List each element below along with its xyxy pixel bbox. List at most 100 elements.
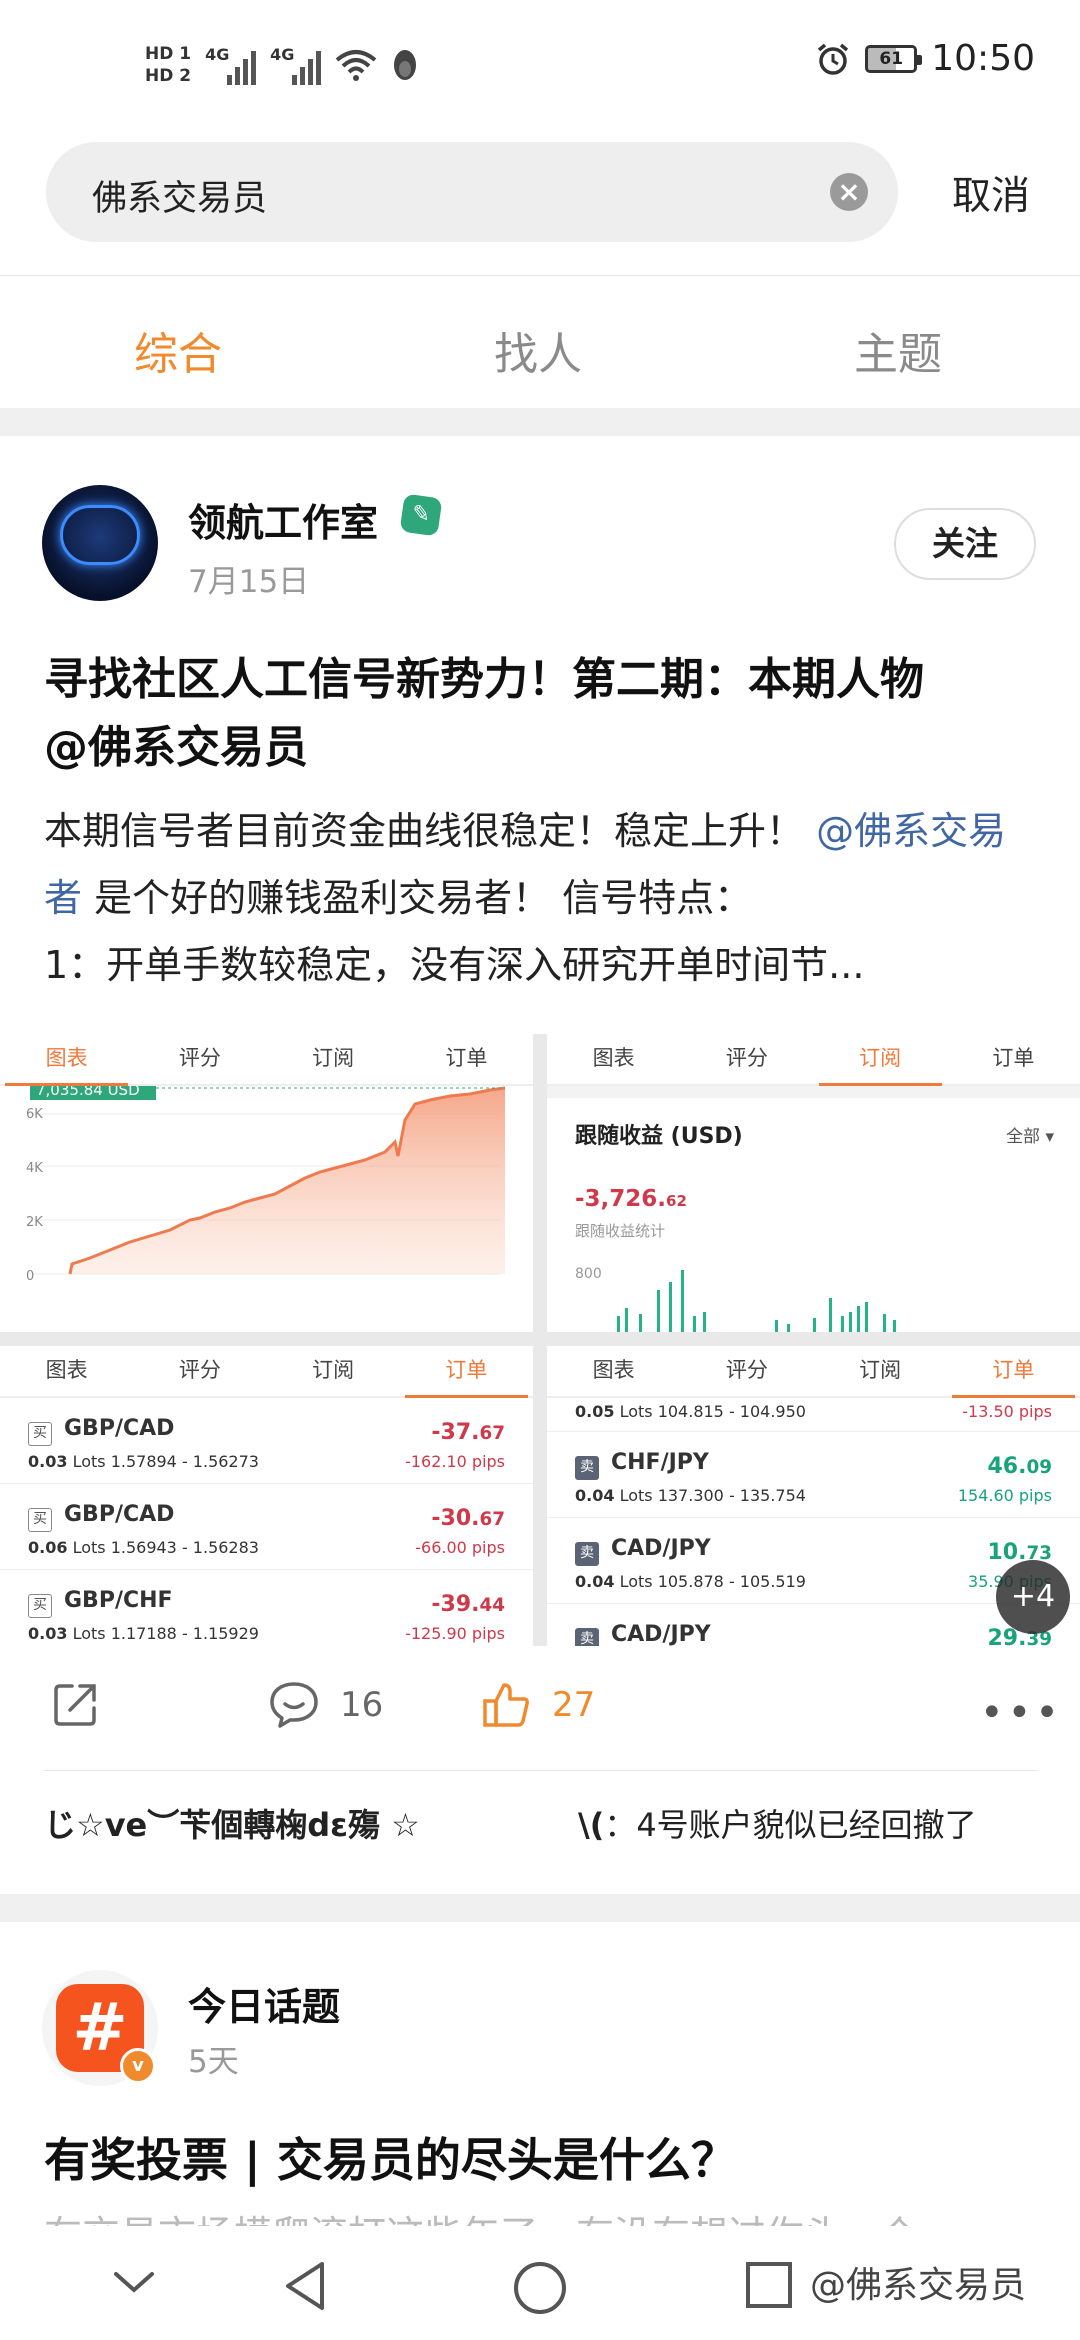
bar: [865, 1302, 868, 1332]
post-title[interactable]: 寻找社区人工信号新势力！第二期：本期人物 @佛系交易员: [44, 646, 1044, 782]
tab-all[interactable]: 综合: [134, 318, 222, 382]
post-body-text: 是个好的赚钱盈利交易者！ 信号特点：: [82, 876, 753, 920]
lots-value: 0.03: [28, 1452, 68, 1471]
clock: 10:50: [931, 38, 1035, 79]
side-badge: 买: [28, 1422, 52, 1446]
avatar[interactable]: [42, 485, 158, 601]
order-pips: -162.10 pips: [405, 1452, 505, 1471]
header-strip: [547, 1086, 1080, 1098]
order-lots: 0.06 Lots 1.56943 - 1.56283: [28, 1538, 259, 1557]
mini-tab: 订阅: [312, 1046, 355, 1070]
post-title-line: @佛系交易员: [44, 722, 308, 773]
mini-tabs: 图表 评分 订阅 订单: [0, 1346, 533, 1398]
post-title-line: 寻找社区人工信号新势力！第二期：本期人物: [44, 654, 924, 705]
bar: [669, 1282, 672, 1332]
bar: [829, 1298, 832, 1332]
comment-button[interactable]: 16: [268, 1675, 383, 1735]
order-pips: -66.00 pips: [415, 1538, 505, 1557]
mini-tab: 订单: [992, 1046, 1035, 1070]
chevron-down-icon[interactable]: [112, 2266, 156, 2296]
search-input[interactable]: 佛系交易员 ×: [46, 142, 898, 242]
bar: [693, 1316, 696, 1332]
like-count: 27: [552, 1685, 596, 1725]
order-pips: -125.90 pips: [405, 1624, 505, 1643]
order-lots: 0.04 Lots 137.300 - 135.754: [575, 1486, 806, 1505]
hd1-label: HD 1: [145, 44, 192, 64]
price-range: Lots 1.56943 - 1.56283: [72, 1538, 259, 1557]
image-orders-left[interactable]: 图表 评分 订阅 订单 买 GBP/CAD 0.03 Lots 1.57894 …: [0, 1346, 533, 1646]
filter-dropdown: 全部 ▾: [1006, 1127, 1054, 1147]
order-row-partial: 0.05 Lots 104.815 - 104.950 -13.50 pips: [547, 1376, 1080, 1432]
order-pnl: 46.09: [988, 1454, 1053, 1479]
watermark-text: @佛系交易员: [810, 2265, 1027, 2306]
top-comment-user[interactable]: じ☆ve︶苄個轉椈dɛ殤 ☆: [44, 1800, 420, 1846]
tab-topics[interactable]: 主题: [854, 318, 942, 382]
avatar-ring: [60, 505, 140, 565]
side-badge: 卖: [575, 1628, 599, 1646]
order-pnl: -30.67: [431, 1506, 505, 1531]
mini-tabs: 图表 评分 订阅 订单: [0, 1034, 533, 1086]
side-badge: 买: [28, 1508, 52, 1532]
clear-icon[interactable]: ×: [830, 173, 868, 211]
image-follow-income[interactable]: 图表 评分 订阅 订单 跟随收益 (USD) 全部 ▾ -3,726.62 跟随…: [547, 1034, 1080, 1332]
image-equity-chart[interactable]: 图表 评分 订阅 订单 6K 4K 2K 0 7,035.84 USD: [0, 1034, 533, 1332]
post-body[interactable]: 本期信号者目前资金曲线很稳定！稳定上升！ @佛系交易者 是个好的赚钱盈利交易者！…: [44, 798, 1044, 999]
bar: [893, 1320, 896, 1332]
pnl-int: -37.: [431, 1420, 480, 1445]
lots-value: 0.06: [28, 1538, 68, 1557]
more-options-icon[interactable]: •••: [980, 1690, 1063, 1736]
author-name[interactable]: 领航工作室: [188, 492, 378, 547]
bar: [681, 1270, 684, 1332]
order-lots: 0.04 Lots 105.878 - 105.519: [575, 1572, 806, 1591]
mini-tab: 订阅: [312, 1358, 355, 1382]
post-title[interactable]: 有奖投票 | 交易员的尽头是什么？: [44, 2124, 737, 2190]
pnl-dec: 67: [479, 1509, 505, 1530]
follow-button[interactable]: 关注: [894, 508, 1036, 580]
image-grid: 图表 评分 订阅 订单 6K 4K 2K 0 7,035.84 USD 图表 评…: [0, 1034, 1080, 1646]
bar: [617, 1316, 620, 1332]
bar: [841, 1316, 844, 1332]
avatar[interactable]: # v: [42, 1970, 158, 2086]
bar: [703, 1312, 706, 1332]
back-icon[interactable]: [282, 2260, 332, 2312]
follow-income-subtitle: 跟随收益统计: [575, 1222, 666, 1240]
side-badge: 卖: [575, 1456, 599, 1480]
battery-icon: 61: [865, 44, 923, 73]
order-pips: 154.60 pips: [957, 1486, 1052, 1505]
search-query[interactable]: 佛系交易员: [92, 170, 267, 221]
mini-tab: 订单: [400, 1346, 533, 1398]
equity-area: [70, 1088, 505, 1274]
home-icon[interactable]: [512, 2260, 568, 2316]
comment-text: ：4号账户貌似已经回撤了: [604, 1806, 977, 1844]
lots-value: 0.04: [575, 1572, 615, 1591]
bar: [775, 1320, 778, 1332]
divider: [0, 275, 1080, 276]
y-tick-label: 4K: [26, 1161, 43, 1176]
tab-people[interactable]: 找人: [494, 318, 582, 382]
cancel-button[interactable]: 取消: [952, 165, 1030, 221]
mini-tab: 评分: [178, 1358, 221, 1382]
comment-icon: [270, 1682, 318, 1728]
price-range: Lots 1.57894 - 1.56273: [72, 1452, 259, 1471]
top-comment[interactable]: \(：4号账户貌似已经回撤了: [578, 1800, 977, 1846]
post-date: 7月15日: [188, 564, 310, 600]
post-body-text: 1：开单手数较稳定，没有深入研究开单时间节...: [44, 943, 865, 987]
mini-tab: 评分: [178, 1046, 221, 1070]
post-body-text: 本期信号者目前资金曲线很稳定！稳定上升！: [44, 809, 817, 853]
lots-value: 0.04: [575, 1486, 615, 1505]
like-button[interactable]: 27: [480, 1675, 595, 1735]
share-icon: [54, 1684, 96, 1726]
order-pair: CHF/JPY: [611, 1450, 709, 1475]
recents-icon[interactable]: [744, 2260, 794, 2310]
share-button[interactable]: [50, 1675, 100, 1735]
order-lots: 0.03 Lots 1.17188 - 1.15929: [28, 1624, 259, 1643]
more-images-badge[interactable]: +4: [996, 1560, 1070, 1634]
author-name[interactable]: 今日话题: [188, 1976, 340, 2031]
order-row: 买 GBP/CAD 0.06 Lots 1.56943 - 1.56283 -3…: [0, 1486, 533, 1570]
mini-tab: 订阅: [814, 1034, 947, 1086]
section-divider: [0, 408, 1080, 436]
mini-tab: 订单: [445, 1046, 488, 1070]
bar: [813, 1318, 816, 1332]
alarm-icon: [818, 43, 849, 75]
price-range: Lots 104.815 - 104.950: [619, 1402, 806, 1421]
